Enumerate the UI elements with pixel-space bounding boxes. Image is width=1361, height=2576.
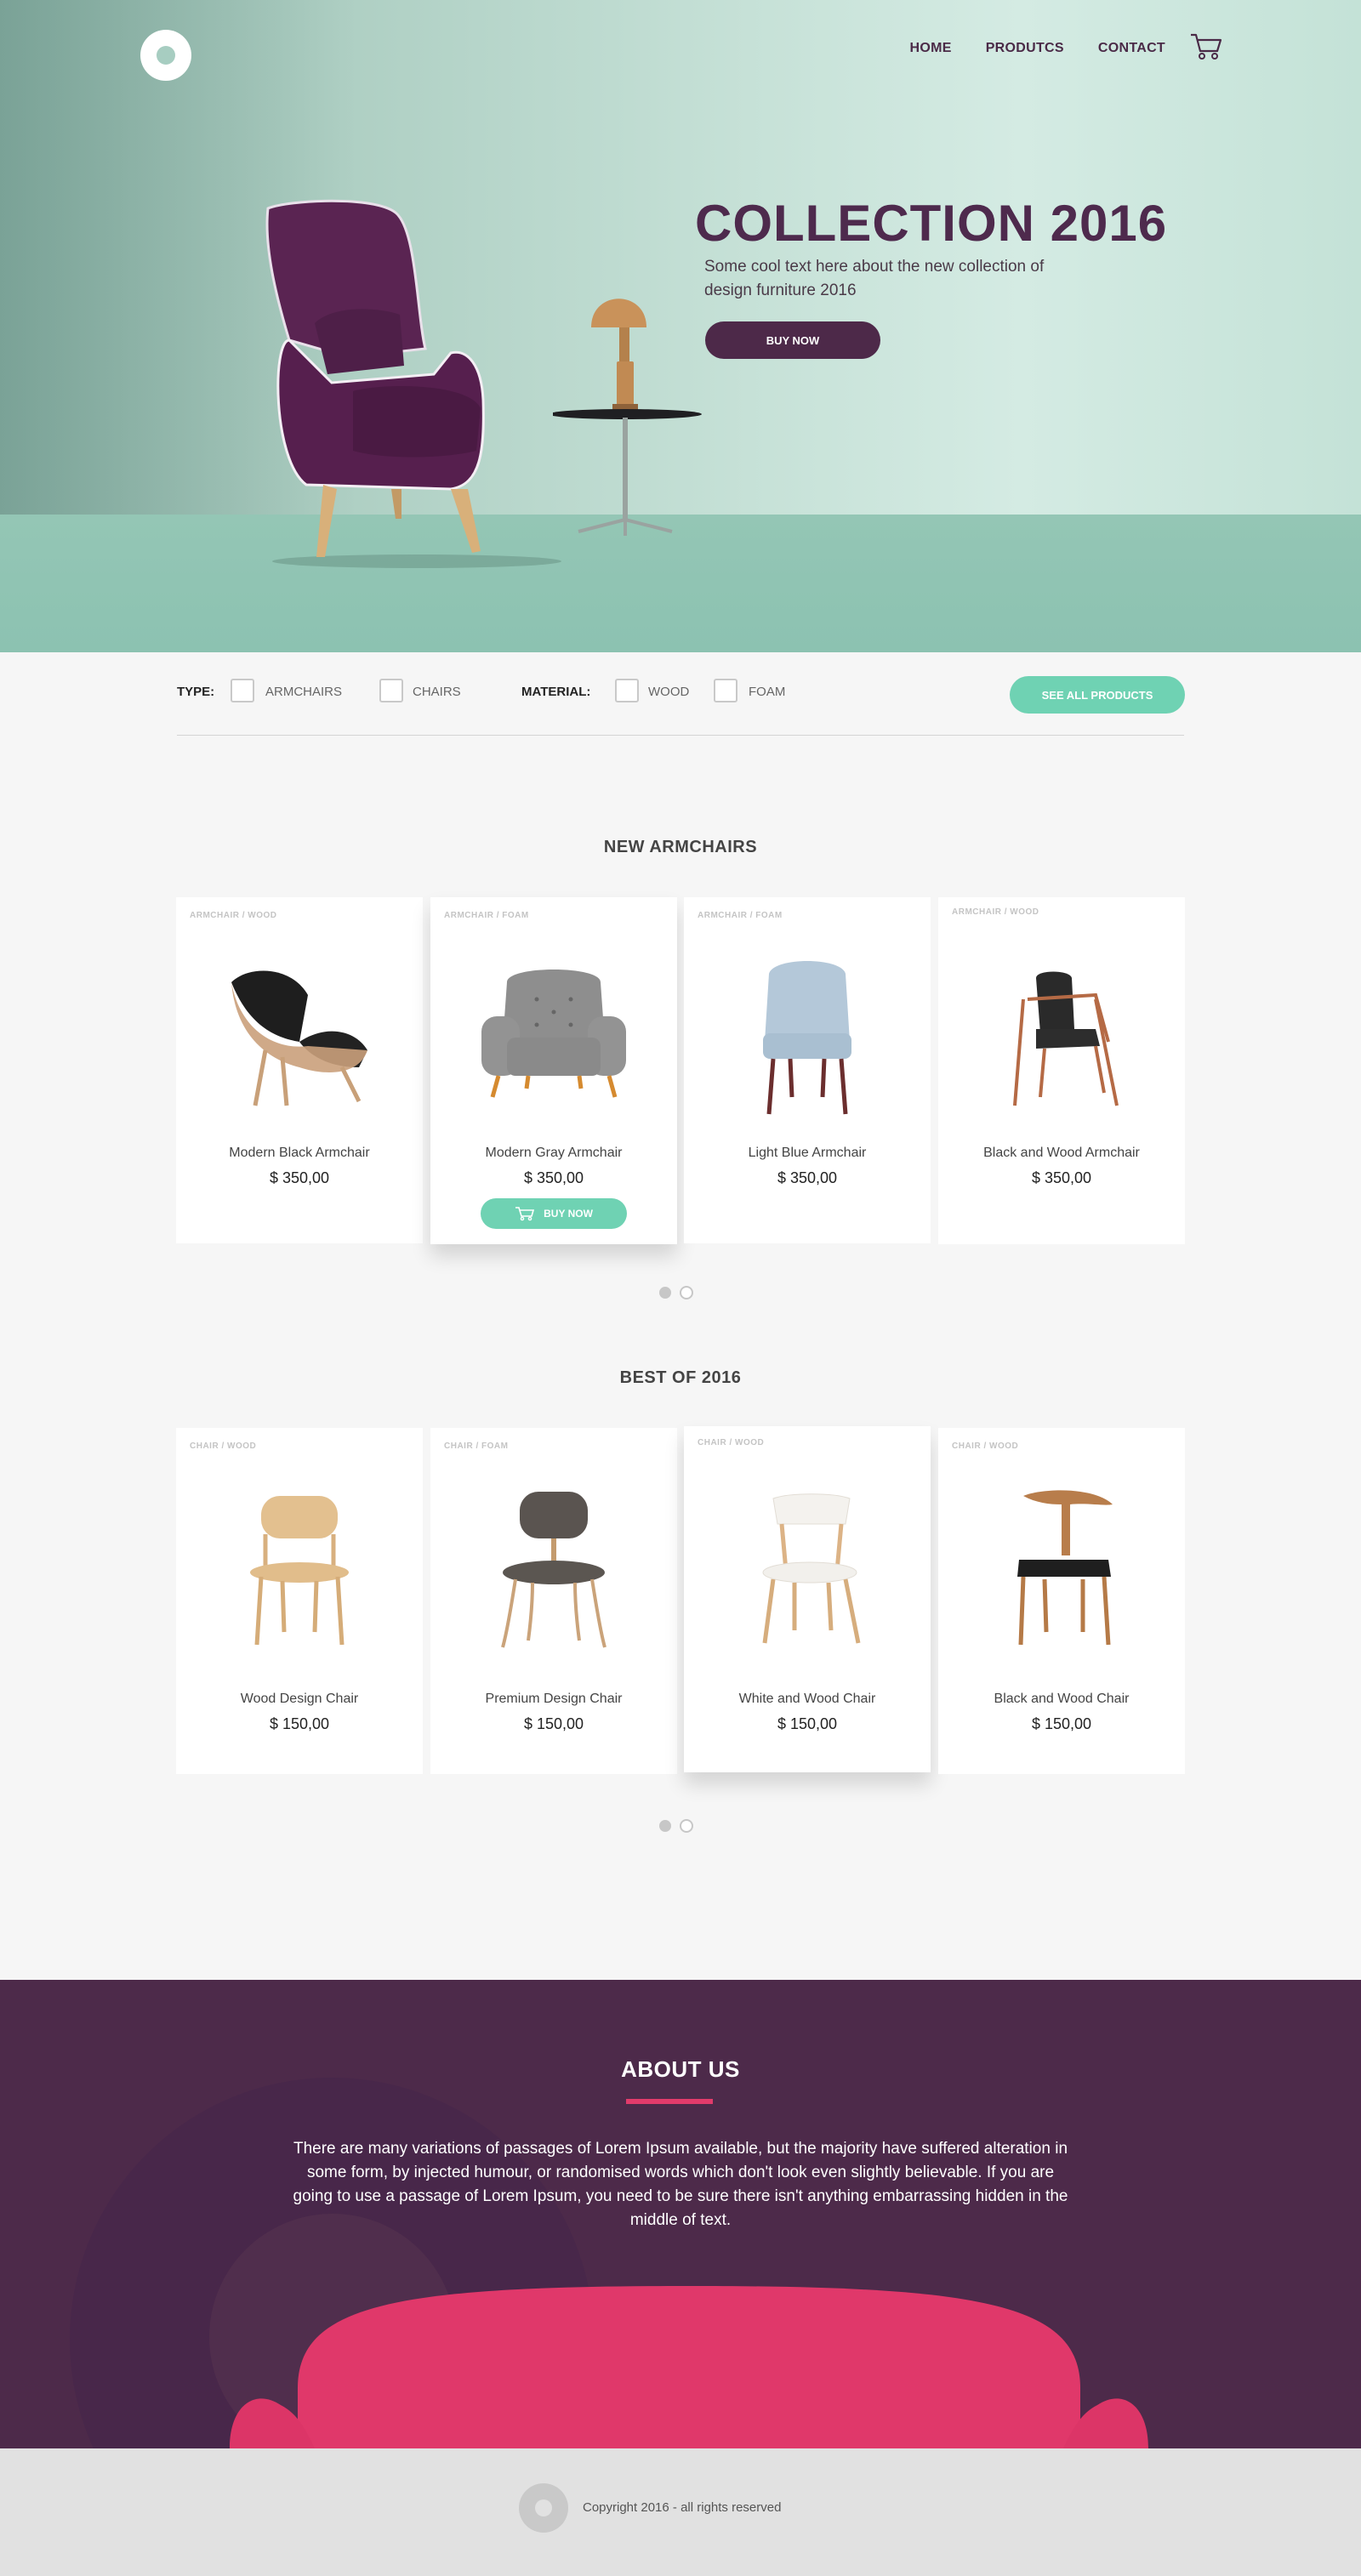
product-tag: ARMCHAIR / WOOD (952, 907, 1039, 917)
hero-armchair-image (265, 199, 561, 568)
black-wood-chair-image (1017, 1490, 1113, 1646)
white-wood-chair-image (762, 1493, 861, 1644)
product-price: $ 150,00 (777, 1715, 838, 1732)
product-tag: CHAIR / WOOD (952, 1442, 1019, 1451)
copyright-text: Copyright 2016 - all rights reserved (583, 2500, 782, 2515)
about-section: ABOUT US There are many variations of pa… (0, 1980, 1361, 2448)
logo[interactable] (140, 30, 191, 81)
chairs-checkbox[interactable] (379, 679, 403, 702)
see-all-products-button[interactable]: SEE ALL PRODUCTS (1010, 676, 1185, 714)
product-card[interactable]: ARMCHAIR / WOOD Black and Wood Armchair … (938, 897, 1185, 1244)
cart-icon[interactable] (1189, 32, 1223, 61)
product-card[interactable]: ARMCHAIR / FOAM Light Blue Armchair $ 35… (684, 897, 931, 1243)
foam-checkbox[interactable] (714, 679, 737, 702)
hero-buy-now-button[interactable]: BUY NOW (705, 321, 880, 359)
wood-option-label: WOOD (648, 685, 690, 699)
hero-banner: HOME PRODUTCS CONTACT COLLECTION 2016 So… (0, 0, 1361, 652)
armchairs-carousel-dots (659, 1286, 693, 1299)
product-card[interactable]: ARMCHAIR / FOAM Modern Gray Armchair $ 3… (430, 897, 677, 1244)
hero-subtitle: Some cool text here about the new collec… (704, 258, 1045, 299)
best-of-title: BEST OF 2016 (619, 1368, 742, 1387)
product-price: $ 350,00 (1031, 1169, 1092, 1186)
gray-armchair-image (481, 970, 626, 1098)
about-text: There are many variations of passages of… (293, 2140, 1068, 2229)
footer: Copyright 2016 - all rights reserved (0, 2448, 1361, 2576)
product-price: $ 150,00 (1031, 1715, 1092, 1732)
new-armchairs-title: NEW ARMCHAIRS (603, 838, 758, 856)
product-card[interactable]: CHAIR / WOOD Black and Wood Chair $ 150,… (938, 1428, 1185, 1774)
wood-chair-image (250, 1496, 349, 1646)
product-price: $ 150,00 (523, 1715, 584, 1732)
nav-products[interactable]: PRODUTCS (986, 41, 1064, 56)
carousel-dot[interactable] (659, 1820, 671, 1832)
pink-sofa-image (230, 2286, 1148, 2448)
product-price: $ 350,00 (523, 1169, 584, 1186)
nav-home[interactable]: HOME (909, 41, 951, 56)
card-buy-now-button[interactable]: BUY NOW (481, 1198, 627, 1229)
product-card[interactable]: CHAIR / WOOD Wood Design Chair $ 150,00 (176, 1428, 423, 1774)
product-tag: ARMCHAIR / WOOD (190, 911, 277, 920)
carousel-dot[interactable] (680, 1819, 693, 1833)
armchairs-checkbox[interactable] (231, 679, 254, 702)
product-card[interactable]: CHAIR / WOOD White and Wood Chair $ 150,… (684, 1426, 931, 1772)
about-underline (626, 2099, 713, 2104)
hero-lamp-image (553, 299, 702, 536)
buy-now-label: BUY NOW (544, 1208, 593, 1220)
wood-checkbox[interactable] (615, 679, 639, 702)
product-price: $ 350,00 (269, 1169, 330, 1186)
hero-title: COLLECTION 2016 (695, 195, 1168, 252)
material-filter-label: MATERIAL: (521, 685, 591, 699)
product-price: $ 150,00 (269, 1715, 330, 1732)
chairs-option-label: CHAIRS (413, 685, 461, 699)
product-price: $ 350,00 (777, 1169, 838, 1186)
product-name: Black and Wood Chair (994, 1692, 1130, 1706)
product-card[interactable]: ARMCHAIR / WOOD Modern Black Armchair $ … (176, 897, 423, 1243)
product-tag: CHAIR / WOOD (190, 1442, 257, 1451)
foam-option-label: FOAM (749, 685, 786, 699)
premium-chair-image (501, 1492, 606, 1648)
type-filter-label: TYPE: (177, 685, 215, 699)
black-armchair-image (231, 970, 367, 1106)
carousel-dot[interactable] (680, 1286, 693, 1299)
main-nav: HOME PRODUTCS CONTACT (909, 41, 1165, 56)
product-name: Wood Design Chair (240, 1692, 359, 1706)
nav-contact[interactable]: CONTACT (1098, 41, 1165, 56)
cart-icon (515, 1207, 535, 1221)
about-title: ABOUT US (621, 2056, 740, 2082)
product-tag: ARMCHAIR / FOAM (698, 911, 783, 920)
best-carousel-dots (659, 1819, 693, 1833)
product-card[interactable]: CHAIR / FOAM Premium Design Chair $ 150,… (430, 1428, 677, 1774)
footer-logo[interactable] (519, 2483, 568, 2533)
black-wood-armchair-image (1013, 971, 1119, 1106)
product-name: Modern Gray Armchair (485, 1146, 623, 1160)
filter-bar: TYPE: ARMCHAIRS CHAIRS MATERIAL: WOOD FO… (177, 676, 1185, 736)
armchairs-option-label: ARMCHAIRS (265, 685, 343, 699)
product-name: White and Wood Chair (738, 1692, 876, 1706)
carousel-dot[interactable] (659, 1287, 671, 1299)
product-tag: CHAIR / FOAM (444, 1442, 509, 1451)
light-blue-armchair-image (763, 961, 851, 1115)
product-tag: ARMCHAIR / FOAM (444, 911, 529, 920)
product-name: Black and Wood Armchair (983, 1146, 1140, 1160)
product-name: Modern Black Armchair (229, 1146, 370, 1160)
product-name: Light Blue Armchair (748, 1146, 867, 1160)
product-name: Premium Design Chair (485, 1692, 623, 1706)
product-tag: CHAIR / WOOD (698, 1438, 765, 1447)
